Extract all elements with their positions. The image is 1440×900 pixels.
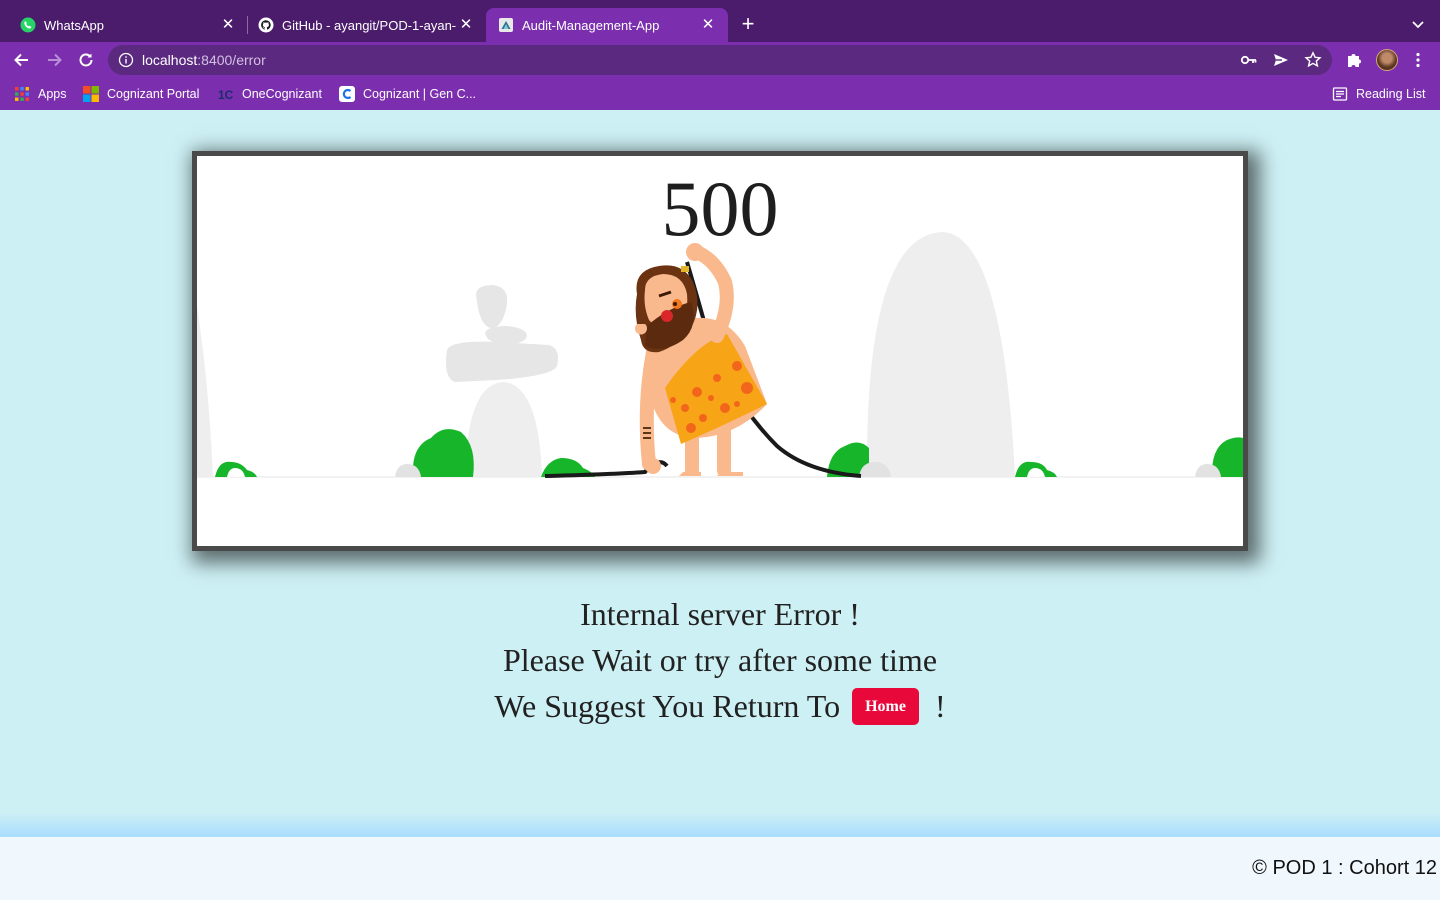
reading-list-button[interactable]: Reading List xyxy=(1332,85,1426,103)
more-menu-icon[interactable] xyxy=(1409,51,1427,69)
footer-glow xyxy=(0,812,1440,838)
error-title: Internal server Error ! xyxy=(580,596,860,632)
genc-icon xyxy=(339,86,355,102)
tab-title: WhatsApp xyxy=(44,17,104,33)
reading-list-icon xyxy=(1332,87,1348,101)
github-icon xyxy=(258,17,274,33)
url-text: localhost:8400/error xyxy=(142,52,266,68)
return-suggestion-suffix: ! xyxy=(934,688,946,724)
star-icon[interactable] xyxy=(1304,51,1322,69)
back-arrow-icon[interactable] xyxy=(12,50,32,70)
tab-whatsapp[interactable]: WhatsApp ✕ xyxy=(0,8,248,42)
apps-grid-icon xyxy=(15,87,29,101)
onecognizant-icon: 1C xyxy=(218,88,234,102)
bookmark-label: OneCognizant xyxy=(242,87,322,101)
footer-copyright: © POD 1 : Cohort 12 xyxy=(1252,857,1437,879)
tab-title: Audit-Management-App xyxy=(522,17,660,33)
error-illustration-frame: 500 xyxy=(192,151,1248,551)
new-tab-icon[interactable]: + xyxy=(738,13,758,35)
forward-arrow-icon[interactable] xyxy=(44,50,64,70)
app-icon xyxy=(499,18,513,32)
send-icon[interactable] xyxy=(1272,51,1290,69)
reload-icon[interactable] xyxy=(76,50,96,70)
tab-title: GitHub - ayangit/POD-1-ayan- xyxy=(282,17,457,33)
chevron-down-icon[interactable] xyxy=(1408,14,1428,34)
return-suggestion: We Suggest You Return To Home ! xyxy=(0,686,1440,732)
extensions-puzzle-icon[interactable] xyxy=(1345,51,1363,69)
bookmark-genc[interactable]: Cognizant | Gen C... xyxy=(339,85,476,103)
tab-github[interactable]: GitHub - ayangit/POD-1-ayan- ✕ xyxy=(238,8,486,42)
url-host: localhost xyxy=(142,52,198,68)
tab-audit-management-app[interactable]: Audit-Management-App ✕ xyxy=(486,8,728,42)
browser-toolbar: localhost:8400/error xyxy=(0,42,1440,78)
return-suggestion-text: We Suggest You Return To xyxy=(494,688,841,724)
bookmark-apps[interactable]: Apps xyxy=(14,85,67,103)
reading-list-label: Reading List xyxy=(1356,87,1426,101)
bookmark-label: Cognizant | Gen C... xyxy=(363,87,477,101)
bookmark-label: Apps xyxy=(38,87,67,101)
address-bar[interactable]: localhost:8400/error xyxy=(108,45,1332,75)
page-footer: © POD 1 : Cohort 12 xyxy=(0,837,1440,900)
url-path: :8400/error xyxy=(197,52,266,68)
bookmark-cognizant-portal[interactable]: Cognizant Portal xyxy=(83,85,199,103)
profile-avatar[interactable] xyxy=(1376,49,1398,71)
error-subtitle: Please Wait or try after some time xyxy=(502,642,938,678)
error-code: 500 xyxy=(661,165,779,252)
svg-text:1C: 1C xyxy=(218,88,234,102)
close-tab-icon[interactable]: ✕ xyxy=(220,17,236,33)
error-messages: Internal server Error ! Please Wait or t… xyxy=(0,594,1440,732)
cognizant-portal-icon xyxy=(83,86,99,102)
close-tab-icon[interactable]: ✕ xyxy=(700,17,716,33)
site-info-icon[interactable] xyxy=(118,52,134,68)
close-tab-icon[interactable]: ✕ xyxy=(458,17,474,33)
home-button[interactable]: Home xyxy=(852,688,919,726)
bookmark-label: Cognizant Portal xyxy=(107,87,200,101)
key-icon[interactable] xyxy=(1240,51,1258,69)
bookmarks-bar: Apps Cognizant Portal 1C OneCognizant Co… xyxy=(0,78,1440,110)
bookmark-onecognizant[interactable]: 1C OneCognizant xyxy=(218,85,322,103)
whatsapp-icon xyxy=(20,17,36,33)
browser-tabstrip: WhatsApp ✕ GitHub - ayangit/POD-1-ayan- … xyxy=(0,0,1440,42)
